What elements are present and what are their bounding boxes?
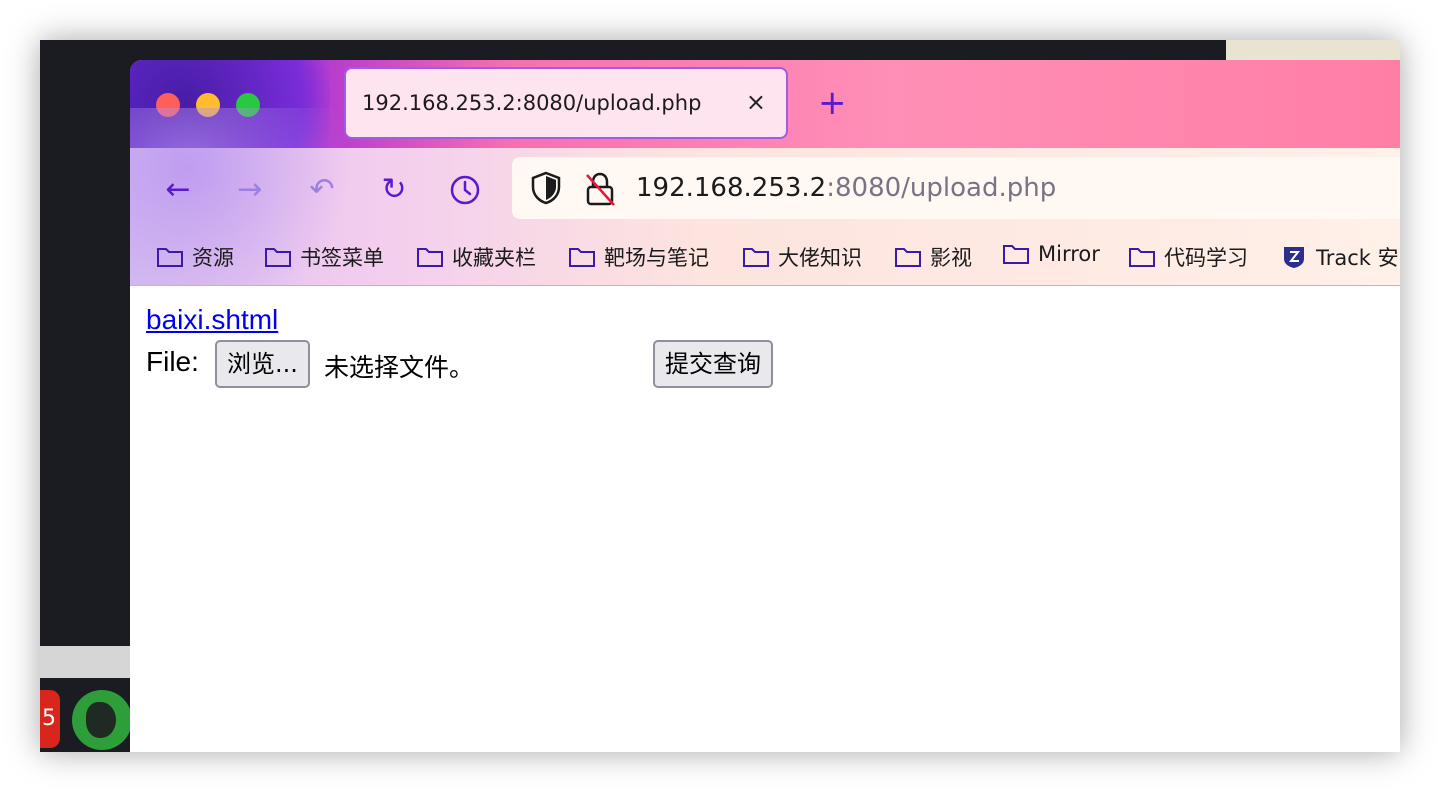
evernote-dock-icon[interactable] (72, 690, 132, 750)
browser-window: 192.168.253.2:8080/upload.php × + ← → ↶ … (130, 60, 1400, 752)
dock-app-icon[interactable]: 5 (40, 690, 60, 748)
folder-icon (895, 248, 921, 267)
bookmark-folder-knowledge[interactable]: 大佬知识 (742, 242, 862, 272)
back-button[interactable]: ← (158, 172, 198, 208)
tab-close-icon[interactable]: × (746, 88, 766, 116)
bookmark-track[interactable]: Track 安 (1280, 242, 1399, 272)
browse-button[interactable]: 浏览... (215, 340, 310, 388)
history-button[interactable] (445, 172, 485, 208)
bookmark-label: 收藏夹栏 (452, 246, 536, 270)
baixi-link[interactable]: baixi.shtml (146, 304, 278, 336)
bookmark-folder-mirror[interactable]: Mirror (1002, 242, 1100, 266)
bookmark-folder-resources[interactable]: 资源 (156, 242, 234, 272)
desktop-window-edge (1226, 40, 1400, 62)
bookmark-folder-code[interactable]: 代码学习 (1128, 242, 1248, 272)
folder-icon (1003, 245, 1029, 264)
bookmark-label: 资源 (192, 246, 234, 270)
bookmark-label: 代码学习 (1164, 246, 1248, 270)
url-path: :8080/upload.php (826, 173, 1057, 203)
navigation-toolbar: ← → ↶ ↻ 192.168.253.2:8080/upload.php 资源… (130, 108, 1400, 308)
folder-icon (743, 248, 769, 267)
bookmark-folder-labs[interactable]: 靶场与笔记 (568, 242, 709, 272)
history-clock-icon (450, 175, 480, 205)
file-label: File: (146, 346, 199, 377)
bookmark-label: 大佬知识 (778, 246, 862, 270)
bookmarks-toolbar: 资源 书签菜单 收藏夹栏 靶场与笔记 大佬知识 影视 Mirror 代码学习 T… (130, 234, 1400, 280)
url-host: 192.168.253.2 (636, 173, 827, 203)
submit-button[interactable]: 提交查询 (653, 340, 773, 388)
insecure-lock-icon[interactable] (584, 171, 616, 207)
folder-icon (1129, 248, 1155, 267)
track-icon (1284, 247, 1304, 268)
url-bar[interactable]: 192.168.253.2:8080/upload.php (512, 157, 1400, 219)
tab-title: 192.168.253.2:8080/upload.php (362, 91, 702, 115)
forward-button[interactable]: → (230, 172, 270, 208)
active-tab[interactable]: 192.168.253.2:8080/upload.php × (344, 67, 788, 139)
bookmark-folder-menu[interactable]: 书签菜单 (264, 242, 384, 272)
new-tab-button[interactable]: + (818, 86, 847, 120)
undo-close-tab-button[interactable]: ↶ (302, 172, 342, 208)
shield-icon[interactable] (530, 171, 562, 205)
folder-icon (569, 248, 595, 267)
folder-icon (417, 248, 443, 267)
reload-button[interactable]: ↻ (374, 172, 414, 208)
bookmark-label: 书签菜单 (300, 246, 384, 270)
bookmark-label: 影视 (930, 246, 972, 270)
desktop-strip (40, 646, 130, 678)
folder-icon (265, 248, 291, 267)
bookmark-label: Track 安 (1316, 246, 1399, 270)
bookmark-label: Mirror (1038, 242, 1100, 266)
bookmark-label: 靶场与笔记 (604, 246, 709, 270)
no-file-selected-text: 未选择文件。 (324, 353, 475, 382)
bookmark-folder-favorites[interactable]: 收藏夹栏 (416, 242, 536, 272)
url-text[interactable]: 192.168.253.2:8080/upload.php (636, 173, 1056, 203)
bookmark-folder-video[interactable]: 影视 (894, 242, 972, 272)
folder-icon (157, 248, 183, 267)
page-content: baixi.shtml File: 浏览... 未选择文件。 提交查询 (130, 285, 1400, 752)
